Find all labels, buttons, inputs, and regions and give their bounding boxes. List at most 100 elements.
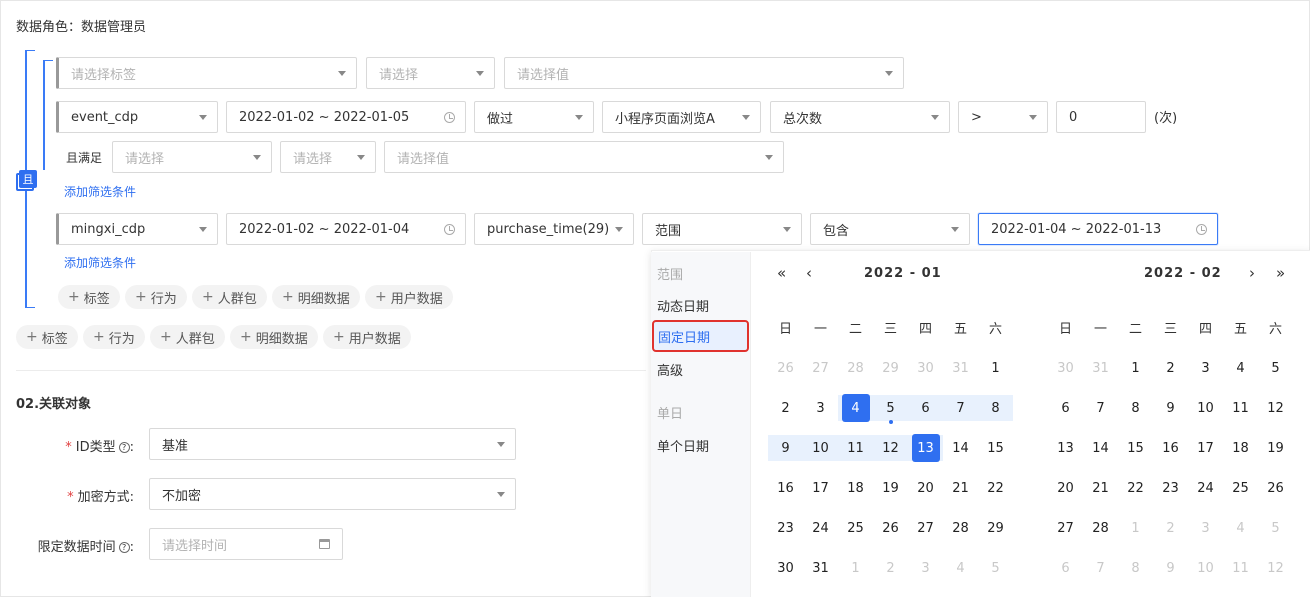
- calendar-day[interactable]: 15: [1118, 435, 1153, 461]
- calendar-day[interactable]: 15: [978, 435, 1013, 461]
- calendar-day[interactable]: 13: [1048, 435, 1083, 461]
- calendar-day[interactable]: 14: [1083, 435, 1118, 461]
- calendar-day[interactable]: 25: [1223, 475, 1258, 501]
- fixed-date-range-input[interactable]: 2022-01-04 ~ 2022-01-13: [978, 213, 1218, 245]
- calendar-day[interactable]: 27: [908, 515, 943, 541]
- help-icon[interactable]: ?: [118, 542, 130, 553]
- date-range-input-mingxi[interactable]: 2022-01-02 ~ 2022-01-04: [226, 213, 466, 245]
- calendar-day[interactable]: 20: [1048, 475, 1083, 501]
- calendar-day[interactable]: 30: [768, 555, 803, 581]
- calendar-day[interactable]: 23: [1153, 475, 1188, 501]
- source-select-event[interactable]: event_cdp: [56, 101, 218, 133]
- calendar-day[interactable]: 5: [873, 395, 908, 424]
- calendar-day[interactable]: 8: [978, 395, 1013, 421]
- calendar-day[interactable]: 19: [1258, 435, 1293, 461]
- calendar-day[interactable]: 5: [1258, 355, 1293, 381]
- number-input[interactable]: 0: [1056, 101, 1146, 133]
- calendar-day[interactable]: 6: [908, 395, 943, 421]
- calendar-day[interactable]: 17: [803, 475, 838, 501]
- sub-operator-select[interactable]: 请选择: [280, 141, 376, 173]
- calendar-day[interactable]: 7: [1083, 395, 1118, 421]
- calendar-day[interactable]: 20: [908, 475, 943, 501]
- calendar-day[interactable]: 13: [908, 434, 943, 462]
- calendar-day[interactable]: 3: [1188, 355, 1223, 381]
- calendar-day[interactable]: 26: [1258, 475, 1293, 501]
- calendar-day[interactable]: 26: [873, 515, 908, 541]
- calendar-day[interactable]: 4: [838, 394, 873, 422]
- date-range-input-event[interactable]: 2022-01-02 ~ 2022-01-05: [226, 101, 466, 133]
- sidebar-item-single-date[interactable]: 单个日期: [657, 436, 709, 455]
- time-limit-input[interactable]: 请选择时间: [149, 528, 343, 560]
- calendar-day[interactable]: 28: [1083, 515, 1118, 541]
- calendar-day[interactable]: 16: [1153, 435, 1188, 461]
- calendar-day[interactable]: 1: [978, 355, 1013, 381]
- sub-value-select[interactable]: 请选择值: [384, 141, 784, 173]
- add-user-data-pill-outer[interactable]: + 用户数据: [323, 325, 411, 349]
- and-badge[interactable]: 且: [19, 170, 37, 188]
- encrypt-select[interactable]: 不加密: [149, 478, 516, 510]
- calendar-day[interactable]: 31: [803, 555, 838, 581]
- calendar-day[interactable]: 4: [1223, 355, 1258, 381]
- calendar-day[interactable]: 2: [768, 395, 803, 421]
- add-detail-data-pill-outer[interactable]: + 明细数据: [230, 325, 318, 349]
- prev-month-button[interactable]: ‹: [806, 264, 812, 282]
- add-crowd-pill-inner[interactable]: + 人群包: [192, 285, 267, 309]
- calendar-day[interactable]: 22: [1118, 475, 1153, 501]
- contain-select[interactable]: 包含: [810, 213, 970, 245]
- tag-select[interactable]: 请选择标签: [56, 57, 357, 89]
- add-behavior-pill-inner[interactable]: + 行为: [125, 285, 187, 309]
- calendar-day[interactable]: 18: [838, 475, 873, 501]
- calendar-day[interactable]: 18: [1223, 435, 1258, 461]
- calendar-day[interactable]: 14: [943, 435, 978, 461]
- calendar-day[interactable]: 8: [1118, 395, 1153, 421]
- add-tag-pill-outer[interactable]: + 标签: [16, 325, 78, 349]
- calendar-day[interactable]: 17: [1188, 435, 1223, 461]
- calendar-day[interactable]: 16: [768, 475, 803, 501]
- calendar-day[interactable]: 23: [768, 515, 803, 541]
- calendar-day[interactable]: 27: [1048, 515, 1083, 541]
- calendar-day[interactable]: 21: [943, 475, 978, 501]
- calendar-day[interactable]: 11: [838, 435, 873, 461]
- calendar-day[interactable]: 28: [943, 515, 978, 541]
- compare-select[interactable]: >: [958, 101, 1048, 133]
- calendar-day[interactable]: 22: [978, 475, 1013, 501]
- event-select[interactable]: 小程序页面浏览A: [602, 101, 761, 133]
- add-filter-link-1[interactable]: 添加筛选条件: [64, 183, 136, 200]
- calendar-day[interactable]: 10: [803, 435, 838, 461]
- add-filter-link-2[interactable]: 添加筛选条件: [64, 254, 136, 271]
- sidebar-item-fixed-date[interactable]: 固定日期: [652, 320, 749, 352]
- field-select[interactable]: purchase_time(29): [474, 213, 634, 245]
- action-select[interactable]: 做过: [474, 101, 594, 133]
- calendar-day[interactable]: 9: [1153, 395, 1188, 421]
- sidebar-item-advanced[interactable]: 高级: [657, 360, 683, 379]
- next-month-button[interactable]: ›: [1249, 264, 1255, 282]
- calendar-day[interactable]: 24: [1188, 475, 1223, 501]
- sub-field-select[interactable]: 请选择: [112, 141, 272, 173]
- id-type-select[interactable]: 基准: [149, 428, 516, 460]
- add-behavior-pill-outer[interactable]: + 行为: [83, 325, 145, 349]
- calendar-day[interactable]: 2: [1153, 355, 1188, 381]
- calendar-day[interactable]: 6: [1048, 395, 1083, 421]
- metric-select[interactable]: 总次数: [770, 101, 950, 133]
- help-icon[interactable]: ?: [118, 442, 130, 453]
- calendar-day[interactable]: 10: [1188, 395, 1223, 421]
- calendar-day[interactable]: 24: [803, 515, 838, 541]
- value-select[interactable]: 请选择值: [504, 57, 904, 89]
- add-detail-data-pill-inner[interactable]: + 明细数据: [272, 285, 360, 309]
- calendar-day[interactable]: 19: [873, 475, 908, 501]
- calendar-day[interactable]: 21: [1083, 475, 1118, 501]
- operator-select[interactable]: 请选择: [366, 57, 495, 89]
- calendar-day[interactable]: 7: [943, 395, 978, 421]
- next-year-button[interactable]: »: [1276, 264, 1285, 282]
- add-user-data-pill-inner[interactable]: + 用户数据: [365, 285, 453, 309]
- calendar-day[interactable]: 12: [1258, 395, 1293, 421]
- sidebar-item-dynamic-date[interactable]: 动态日期: [657, 296, 709, 315]
- calendar-day[interactable]: 3: [803, 395, 838, 421]
- calendar-day[interactable]: 12: [873, 435, 908, 461]
- add-crowd-pill-outer[interactable]: + 人群包: [150, 325, 225, 349]
- calendar-day[interactable]: 29: [978, 515, 1013, 541]
- prev-year-button[interactable]: «: [777, 264, 786, 282]
- calendar-day[interactable]: 11: [1223, 395, 1258, 421]
- calendar-day[interactable]: 25: [838, 515, 873, 541]
- mode-select[interactable]: 范围: [642, 213, 802, 245]
